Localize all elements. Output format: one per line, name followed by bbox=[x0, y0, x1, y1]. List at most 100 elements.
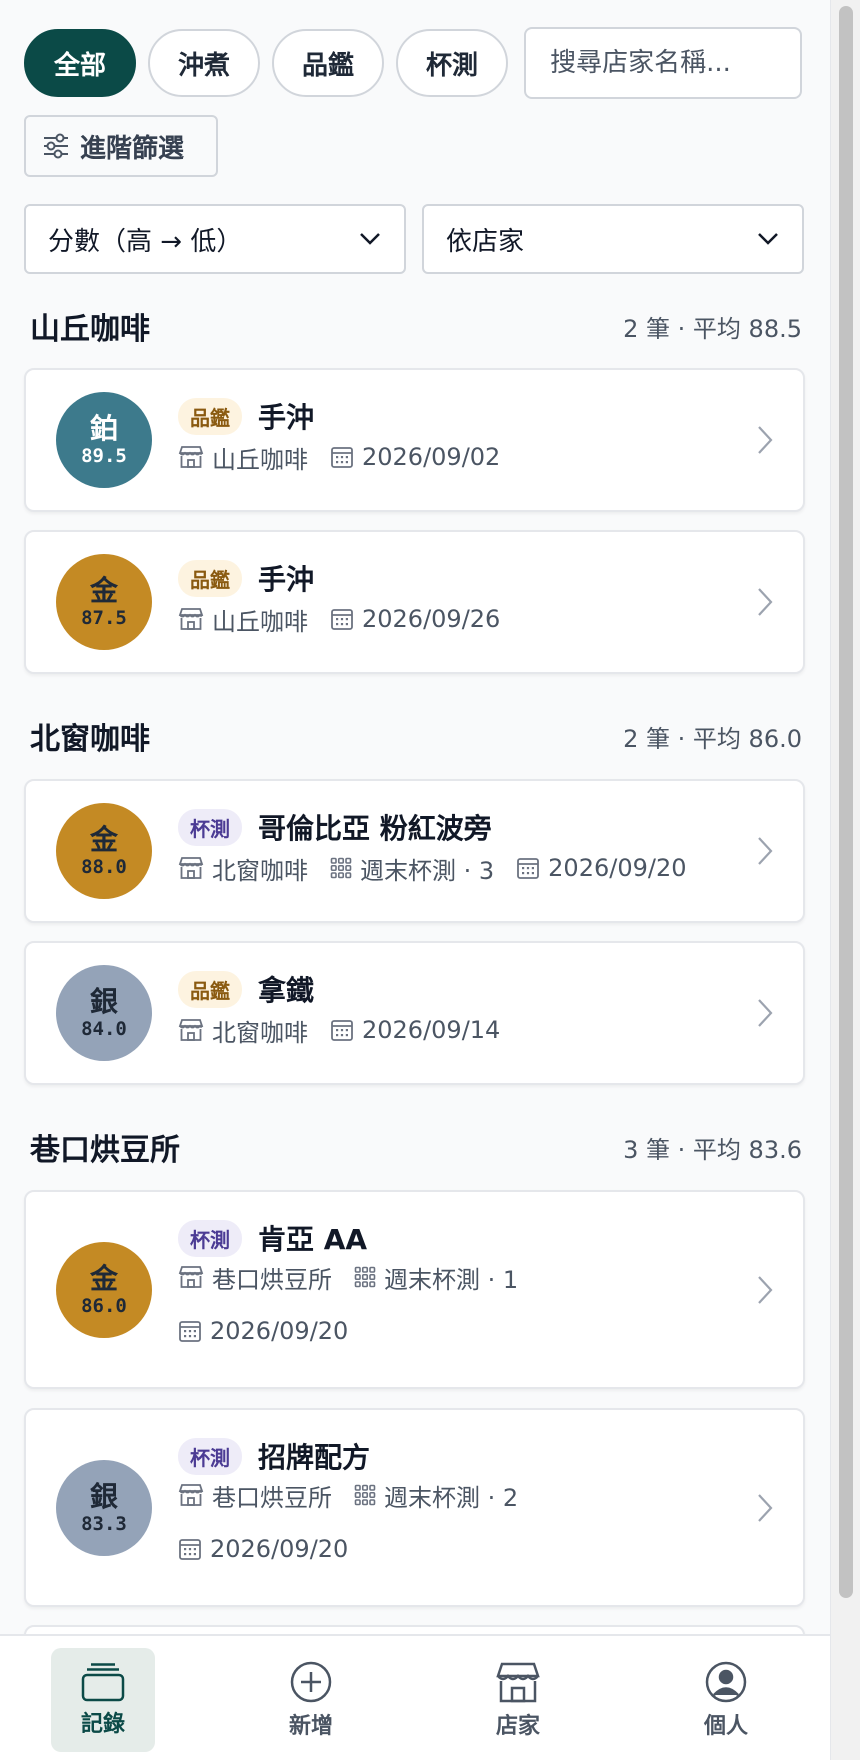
record-type-tag: 品鑑 bbox=[178, 559, 242, 597]
record-title: 拿鐵 bbox=[258, 974, 315, 1007]
session-meta: 週末杯測 · 2 bbox=[354, 1478, 518, 1513]
store-icon bbox=[178, 1019, 204, 1041]
chip-tasting[interactable]: 品鑑 bbox=[272, 29, 385, 97]
chevron-right-icon bbox=[758, 1493, 773, 1522]
group-select[interactable]: 依店家 bbox=[422, 204, 804, 274]
tier-label: 銀 bbox=[89, 1479, 118, 1513]
record-type-tag: 杯測 bbox=[178, 1437, 242, 1475]
record-type-tag: 品鑑 bbox=[178, 397, 242, 435]
score-value: 88.0 bbox=[81, 856, 127, 878]
session-name: 週末杯測 · 3 bbox=[360, 856, 495, 885]
stack-icon bbox=[81, 1663, 125, 1702]
grid-icon bbox=[354, 1266, 376, 1288]
score-value: 84.0 bbox=[81, 1018, 127, 1040]
records-screen: 全部 沖煮 品鑑 杯測 進階篩選 分數（高 → 低） 依店家 山丘咖啡 2 筆 … bbox=[0, 0, 830, 1760]
filter-row: 全部 沖煮 品鑑 杯測 bbox=[24, 27, 803, 99]
group-header: 北窗咖啡 2 筆 · 平均 86.0 bbox=[30, 716, 802, 757]
group-name: 巷口烘豆所 bbox=[30, 1133, 180, 1168]
record-type-tag: 品鑑 bbox=[178, 970, 242, 1008]
chevron-down-icon bbox=[758, 233, 778, 245]
group-name: 山丘咖啡 bbox=[30, 312, 150, 347]
user-circle-icon bbox=[705, 1661, 747, 1703]
record-card[interactable]: 銀 83.3 杯測 招牌配方巷口烘豆所 週末杯測 · 2 2026/09/20 bbox=[24, 1408, 805, 1607]
record-meta: 山丘咖啡 2026/09/02 bbox=[178, 440, 522, 474]
scrollbar[interactable] bbox=[830, 0, 860, 1760]
tier-label: 銀 bbox=[89, 985, 118, 1018]
nav-profile[interactable]: 個人 bbox=[674, 1648, 778, 1752]
shop-name: 北窗咖啡 bbox=[212, 1018, 308, 1047]
tier-label: 金 bbox=[89, 823, 118, 856]
shop-name: 巷口烘豆所 bbox=[212, 1265, 332, 1294]
chip-brew[interactable]: 沖煮 bbox=[148, 29, 261, 97]
chevron-right-icon bbox=[758, 588, 773, 616]
record-meta-line2: 2026/09/20 bbox=[178, 1314, 370, 1348]
record-card[interactable]: 金 86.0 杯測 肯亞 AA 巷口烘豆所 週末杯測 · 1 2026/09/20 bbox=[24, 1190, 805, 1389]
bottom-nav: 記錄 新增 店家 個人 bbox=[0, 1634, 830, 1760]
chevron-right-icon bbox=[758, 999, 773, 1027]
calendar-icon bbox=[179, 1321, 201, 1342]
record-title-row: 杯測 招牌配方 bbox=[178, 1434, 370, 1478]
nav-records[interactable]: 記錄 bbox=[51, 1648, 155, 1752]
record-type-tag: 杯測 bbox=[178, 808, 242, 846]
score-badge: 鉑 89.5 bbox=[56, 392, 152, 488]
nav-add-label: 新增 bbox=[288, 1714, 333, 1739]
calendar-icon bbox=[179, 1539, 201, 1560]
record-title-row: 杯測 肯亞 AA bbox=[178, 1216, 367, 1260]
score-badge: 銀 84.0 bbox=[56, 965, 152, 1061]
store-icon bbox=[178, 1484, 204, 1506]
record-date: 2026/09/14 bbox=[362, 1016, 501, 1044]
record-card[interactable]: 金 87.5 品鑑 手沖 山丘咖啡 2026/09/26 bbox=[24, 530, 805, 674]
session-name: 週末杯測 · 1 bbox=[384, 1265, 519, 1294]
store-icon bbox=[178, 857, 204, 879]
record-title-row: 品鑑 手沖 bbox=[178, 556, 314, 600]
search-input[interactable] bbox=[524, 27, 803, 99]
shop-meta: 山丘咖啡 bbox=[178, 440, 308, 475]
shop-name: 北窗咖啡 bbox=[212, 856, 308, 885]
record-title: 肯亞 AA bbox=[258, 1223, 368, 1256]
score-value: 83.3 bbox=[81, 1512, 127, 1535]
plus-circle-icon bbox=[290, 1661, 332, 1703]
sort-select-value: 分數（高 → 低） bbox=[48, 226, 243, 257]
store-icon bbox=[178, 446, 204, 468]
calendar-icon bbox=[517, 858, 540, 879]
nav-profile-label: 個人 bbox=[703, 1714, 748, 1739]
tier-label: 金 bbox=[89, 574, 118, 607]
date-meta: 2026/09/20 bbox=[178, 1317, 348, 1345]
score-value: 89.5 bbox=[81, 445, 127, 467]
store-icon bbox=[178, 608, 204, 630]
record-card[interactable]: 銀 84.0 品鑑 拿鐵北窗咖啡 2026/09/14 bbox=[24, 941, 805, 1085]
shop-name: 山丘咖啡 bbox=[212, 445, 308, 474]
advanced-filter-button[interactable]: 進階篩選 bbox=[24, 115, 218, 177]
sort-select[interactable]: 分數（高 → 低） bbox=[24, 204, 406, 274]
chip-cupping[interactable]: 杯測 bbox=[396, 29, 509, 97]
shop-meta: 北窗咖啡 bbox=[178, 851, 308, 886]
chevron-down-icon bbox=[360, 233, 380, 245]
score-badge: 金 88.0 bbox=[56, 803, 152, 899]
nav-records-label: 記錄 bbox=[80, 1712, 125, 1737]
group-header: 巷口烘豆所 3 筆 · 平均 83.6 bbox=[30, 1127, 802, 1168]
date-meta: 2026/09/20 bbox=[516, 854, 686, 882]
shop-meta: 北窗咖啡 bbox=[178, 1013, 308, 1048]
score-value: 86.0 bbox=[81, 1294, 127, 1317]
scrollbar-thumb[interactable] bbox=[839, 6, 853, 1598]
advanced-filter-label: 進階篩選 bbox=[80, 133, 185, 164]
group-summary: 3 筆 · 平均 83.6 bbox=[623, 1135, 802, 1164]
record-date: 2026/09/26 bbox=[362, 605, 501, 633]
record-title: 手沖 bbox=[258, 401, 315, 434]
chip-all[interactable]: 全部 bbox=[24, 29, 137, 97]
shop-meta: 山丘咖啡 bbox=[178, 602, 308, 637]
record-card[interactable]: 鉑 89.5 品鑑 手沖山丘咖啡 2026/09/02 bbox=[24, 368, 805, 512]
session-meta: 週末杯測 · 1 bbox=[354, 1260, 518, 1295]
nav-shops[interactable]: 店家 bbox=[466, 1648, 570, 1752]
session-name: 週末杯測 · 2 bbox=[384, 1483, 519, 1512]
nav-add[interactable]: 新增 bbox=[259, 1648, 363, 1752]
record-card[interactable]: 金 88.0 杯測 哥倫比亞 粉紅波旁 北窗咖啡 週末杯測 · 3 2026/09/20 bbox=[24, 779, 805, 923]
date-meta: 2026/09/20 bbox=[178, 1535, 348, 1563]
calendar-icon bbox=[331, 1020, 353, 1041]
shop-meta: 巷口烘豆所 bbox=[178, 1478, 332, 1513]
record-date: 2026/09/02 bbox=[362, 443, 501, 471]
record-meta: 北窗咖啡 2026/09/14 bbox=[178, 1013, 522, 1047]
shop-name: 巷口烘豆所 bbox=[212, 1483, 332, 1512]
record-meta: 山丘咖啡 2026/09/26 bbox=[178, 602, 522, 636]
group-name: 北窗咖啡 bbox=[30, 722, 150, 757]
